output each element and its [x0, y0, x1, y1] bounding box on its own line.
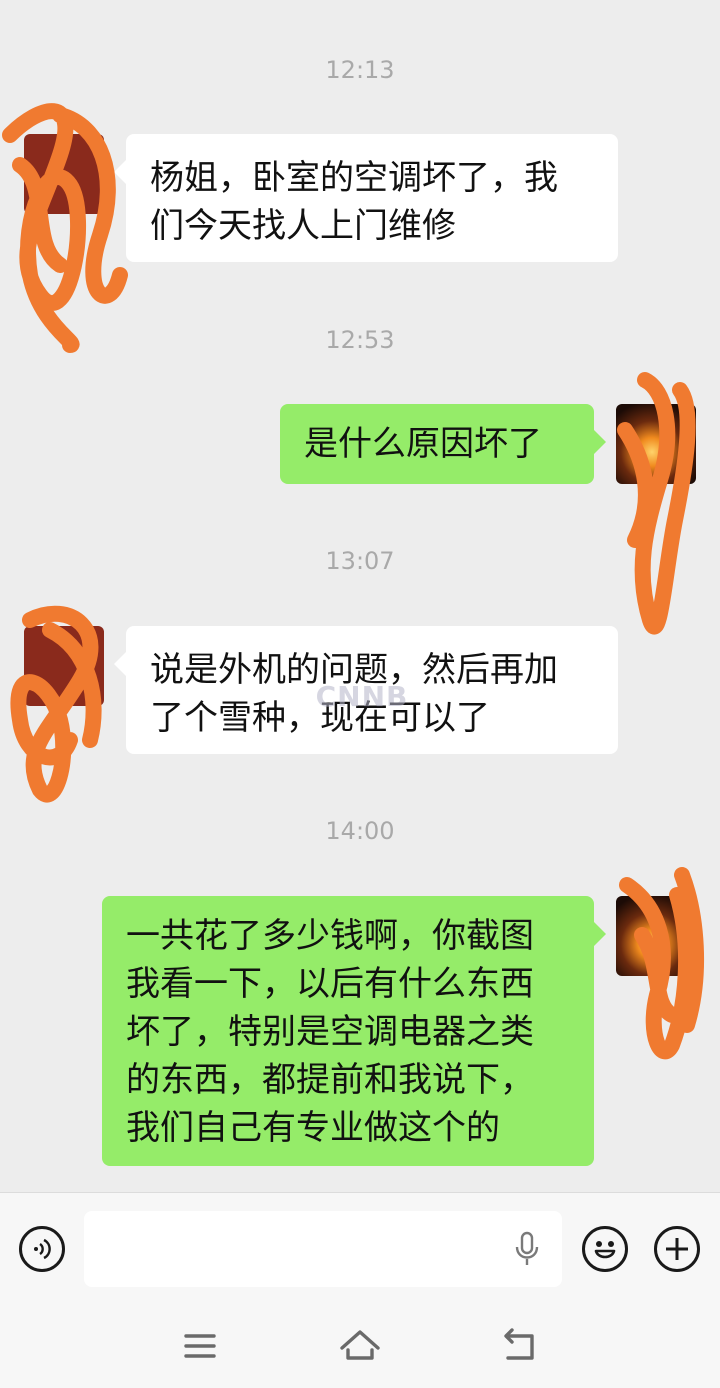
avatar[interactable] [616, 404, 696, 484]
plus-icon [666, 1238, 688, 1260]
message-bubble-incoming[interactable]: 杨姐，卧室的空调坏了，我 们今天找人上门维修 [114, 134, 618, 262]
timestamp: 12:13 [325, 56, 395, 84]
timestamp: 13:07 [325, 547, 395, 575]
input-bar [0, 1192, 720, 1311]
home-icon[interactable] [336, 1326, 384, 1366]
message-input[interactable] [84, 1211, 562, 1287]
watermark: CNNB [315, 679, 409, 713]
avatar[interactable] [616, 896, 696, 976]
timestamp: 12:53 [325, 326, 395, 354]
voice-icon [34, 1238, 51, 1260]
emoji-icon[interactable] [582, 1226, 628, 1272]
message-bubble-outgoing[interactable]: 一共花了多少钱啊，你截图 我看一下，以后有什么东西 坏了，特别是空调电器之类 的… [102, 896, 606, 1166]
avatar[interactable] [24, 134, 104, 214]
avatar[interactable] [24, 626, 104, 706]
timestamp: 14:00 [325, 817, 395, 845]
system-nav-bar [0, 1310, 720, 1388]
emoji-icon [594, 1241, 616, 1259]
chat-area: 12:13 杨姐，卧室的空调坏了，我 们今天找人上门维修 12:53 是什么原因… [0, 0, 720, 1192]
plus-icon[interactable] [654, 1226, 700, 1272]
menu-icon[interactable] [176, 1326, 224, 1366]
mic-icon[interactable] [514, 1231, 540, 1267]
back-icon[interactable] [496, 1326, 544, 1366]
message-bubble-outgoing[interactable]: 是什么原因坏了 [280, 404, 606, 484]
voice-icon[interactable] [19, 1226, 65, 1272]
